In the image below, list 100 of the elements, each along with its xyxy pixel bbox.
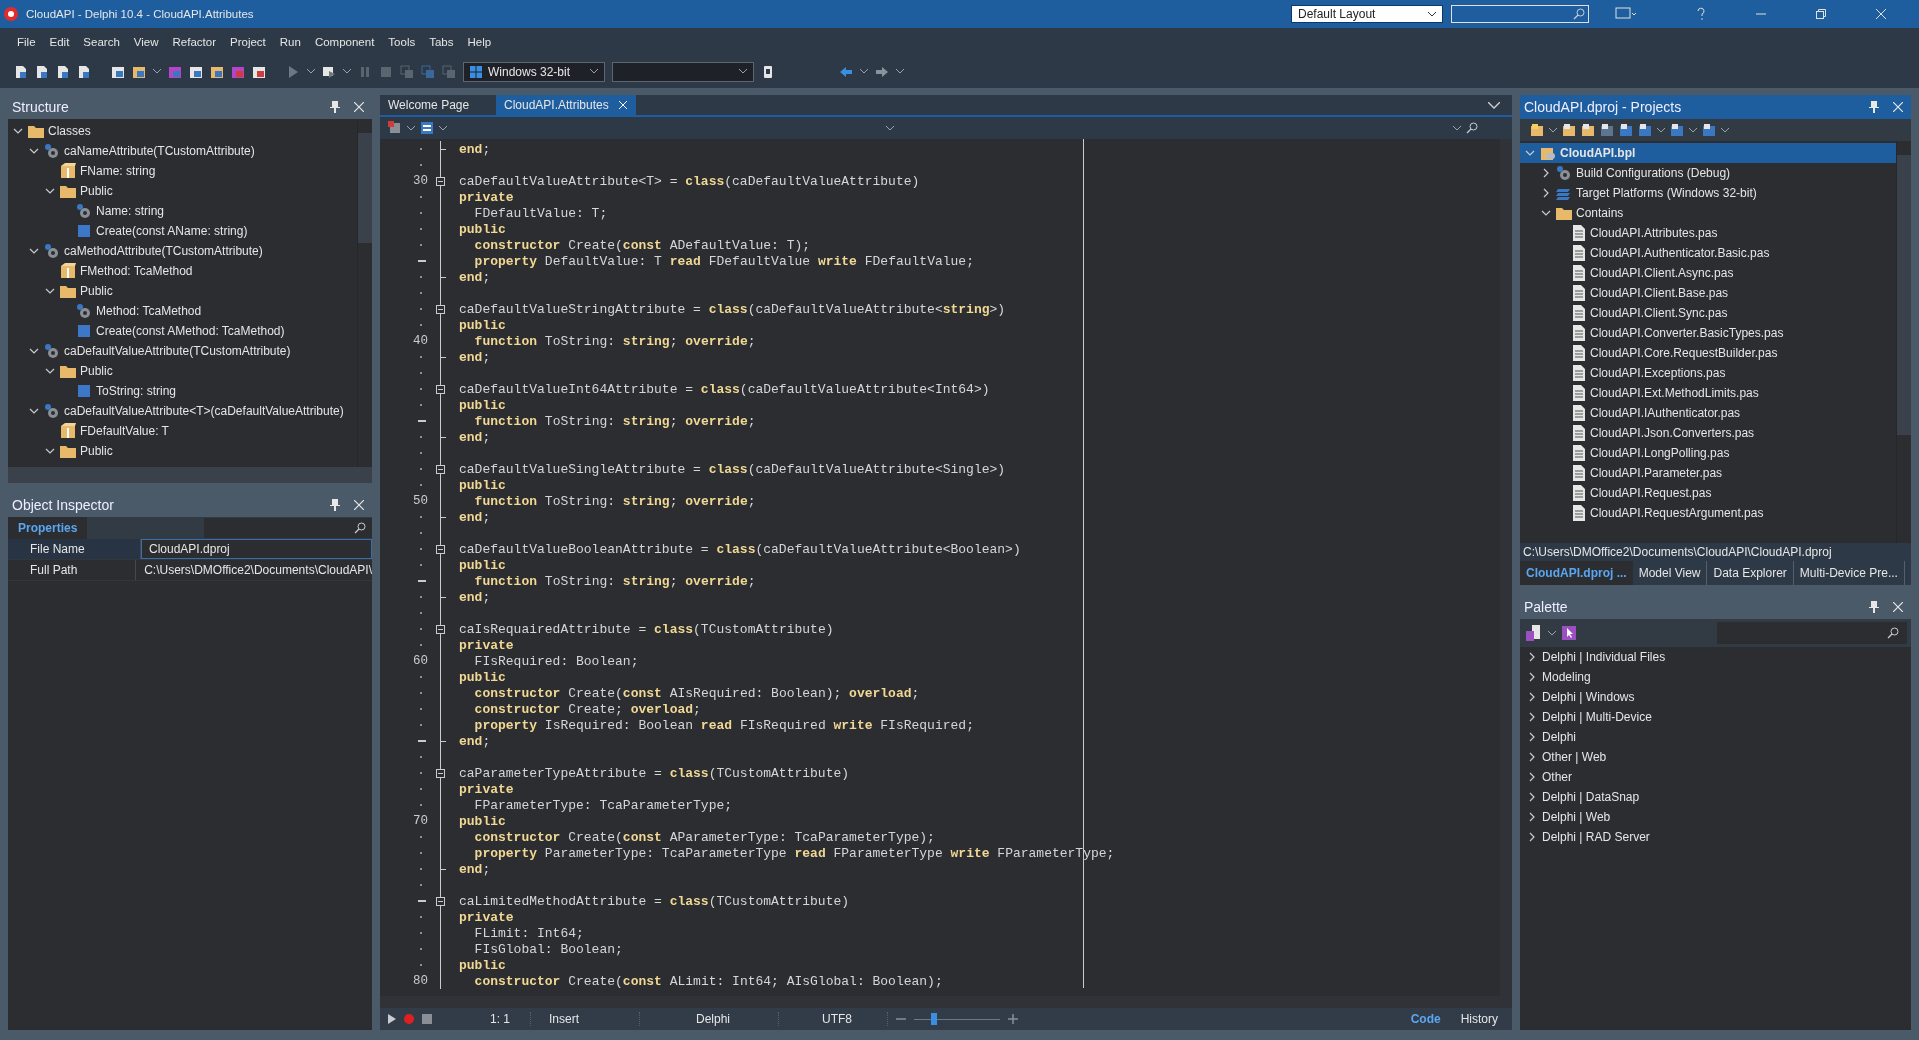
editor-tab[interactable]: CloudAPI.Attributes <box>496 95 636 115</box>
close-icon[interactable] <box>1876 9 1886 19</box>
caret-icon[interactable] <box>1428 11 1436 17</box>
tree-item[interactable]: Build Configurations (Debug) <box>1536 163 1896 183</box>
tree-item[interactable]: CloudAPI.Core.RequestBuilder.pas <box>1552 343 1896 363</box>
expand-chevron-icon[interactable] <box>13 126 23 136</box>
forward-arrow-icon[interactable] <box>875 64 889 79</box>
tree-item[interactable]: CloudAPI.LongPolling.pas <box>1552 443 1896 463</box>
search-icon[interactable] <box>354 522 366 534</box>
tree-item[interactable]: CloudAPI.Authenticator.Basic.pas <box>1552 243 1896 263</box>
tree-item[interactable]: Public <box>40 281 357 301</box>
scrollbar[interactable] <box>380 996 1512 1008</box>
palette-category[interactable]: Delphi | RAD Server <box>1520 827 1911 847</box>
tree-item[interactable]: caDefaultValueAttribute<T>(caDefaultValueAttribute) <box>24 401 357 421</box>
minus-box-icon[interactable] <box>436 896 445 906</box>
expand-chevron-icon[interactable] <box>45 286 55 296</box>
minus-box-icon[interactable] <box>436 304 445 314</box>
expand-chevron-icon[interactable] <box>29 346 39 356</box>
help-icon[interactable] <box>1696 7 1706 21</box>
minus-box-icon[interactable] <box>436 544 445 554</box>
tree-item[interactable]: CloudAPI.Ext.MethodLimits.pas <box>1552 383 1896 403</box>
tree-item[interactable]: Public <box>40 361 357 381</box>
caret-icon[interactable] <box>590 69 598 74</box>
tree-item[interactable]: caMethodAttribute(TCustomAttribute) <box>24 241 357 261</box>
property-name[interactable]: Full Path <box>8 560 137 580</box>
expand-chevron-icon[interactable] <box>1525 148 1535 158</box>
tree-item[interactable]: Public <box>40 441 357 461</box>
search-icon[interactable] <box>1466 122 1478 134</box>
tree-item[interactable]: Public <box>40 181 357 201</box>
menu-item[interactable]: Help <box>460 35 499 48</box>
tree-item[interactable]: caNameAttribute(TCustomAttribute) <box>24 141 357 161</box>
palette-category[interactable]: Modeling <box>1520 667 1911 687</box>
close-icon[interactable] <box>354 500 364 510</box>
platform-dropdown[interactable]: Windows 32-bit <box>463 61 605 82</box>
configuration-dropdown[interactable] <box>612 61 754 82</box>
search-field[interactable] <box>1451 5 1589 23</box>
new-file-icon[interactable] <box>14 64 28 79</box>
expand-chevron-icon[interactable] <box>29 246 39 256</box>
menu-item[interactable]: Run <box>272 35 308 48</box>
menu-item[interactable]: View <box>126 35 166 48</box>
run-icon[interactable] <box>286 64 300 79</box>
search-field[interactable] <box>204 518 372 538</box>
minus-box-icon[interactable] <box>436 768 445 778</box>
palette-category[interactable]: Delphi | Windows <box>1520 687 1911 707</box>
tree-item[interactable]: Name: string <box>56 201 357 221</box>
panel-tab[interactable]: CloudAPI.dproj ... <box>1520 561 1633 585</box>
tree-item[interactable]: caDefaultValueAttribute(TCustomAttribute) <box>24 341 357 361</box>
tree-item[interactable]: CloudAPI.Exceptions.pas <box>1552 363 1896 383</box>
tree-item[interactable]: FMethod: TcaMethod <box>40 261 357 281</box>
scrollbar[interactable] <box>357 119 372 467</box>
pin-icon[interactable] <box>1869 101 1879 113</box>
tree-item[interactable]: CloudAPI.Converter.BasicTypes.pas <box>1552 323 1896 343</box>
search-icon[interactable] <box>1887 627 1899 639</box>
scrollbar[interactable] <box>1896 141 1911 543</box>
collapse-chevron-icon[interactable] <box>1541 168 1551 178</box>
tree-item[interactable]: CloudAPI.Attributes.pas <box>1552 223 1896 243</box>
tree-item[interactable]: Target Platforms (Windows 32-bit) <box>1536 183 1896 203</box>
pin-icon[interactable] <box>1869 601 1879 613</box>
expand-chevron-icon[interactable] <box>45 446 55 456</box>
palette-category[interactable]: Delphi | Individual Files <box>1520 647 1911 667</box>
expand-chevron-icon[interactable] <box>1541 208 1551 218</box>
panel-tab[interactable]: Data Explorer <box>1707 561 1794 585</box>
scrollbar[interactable] <box>1500 139 1512 996</box>
expand-chevron-icon[interactable] <box>29 406 39 416</box>
tree-item[interactable]: CloudAPI.bpl <box>1520 143 1896 163</box>
tree-item[interactable]: CloudAPI.IAuthenticator.pas <box>1552 403 1896 423</box>
menu-item[interactable]: Search <box>76 35 127 48</box>
tree-item[interactable]: CloudAPI.Parameter.pas <box>1552 463 1896 483</box>
search-field[interactable] <box>1717 622 1907 644</box>
close-icon[interactable] <box>1893 602 1903 612</box>
zoom-slider[interactable] <box>914 1012 1000 1026</box>
scrollbar[interactable] <box>8 467 372 483</box>
tree-item[interactable]: CloudAPI.Request.pas <box>1552 483 1896 503</box>
close-icon[interactable] <box>1893 102 1903 112</box>
tree-item[interactable]: Method: TcaMethod <box>56 301 357 321</box>
palette-category[interactable]: Delphi | Multi-Device <box>1520 707 1911 727</box>
tree-item[interactable]: CloudAPI.Client.Async.pas <box>1552 263 1896 283</box>
restore-icon[interactable] <box>1816 9 1826 19</box>
menu-item[interactable]: File <box>10 35 43 48</box>
back-arrow-icon[interactable] <box>839 64 853 79</box>
properties-tab[interactable]: Properties <box>8 517 88 539</box>
panel-tab[interactable]: Multi-Device Pre... <box>1793 561 1905 585</box>
tree-item[interactable]: ToString: string <box>56 381 357 401</box>
menu-item[interactable]: Component <box>307 35 382 48</box>
tree-item[interactable]: Create(const AName: string) <box>56 221 357 241</box>
menu-item[interactable]: Edit <box>42 35 77 48</box>
tree-item[interactable]: Create(const AMethod: TcaMethod) <box>56 321 357 341</box>
menu-item[interactable]: Refactor <box>165 35 223 48</box>
view-tab[interactable]: Code <box>1404 1009 1447 1029</box>
collapse-chevron-icon[interactable] <box>1541 188 1551 198</box>
minus-box-icon[interactable] <box>436 384 445 394</box>
caret-icon[interactable] <box>739 69 747 74</box>
palette-category[interactable]: Delphi <box>1520 727 1911 747</box>
device-icon[interactable] <box>761 64 775 79</box>
property-name[interactable]: File Name <box>8 539 141 559</box>
close-icon[interactable] <box>354 102 364 112</box>
palette-category[interactable]: Delphi | DataSnap <box>1520 787 1911 807</box>
play-icon[interactable] <box>388 1014 396 1024</box>
tree-item[interactable]: FDefaultValue: T <box>40 421 357 441</box>
pin-icon[interactable] <box>330 499 340 511</box>
